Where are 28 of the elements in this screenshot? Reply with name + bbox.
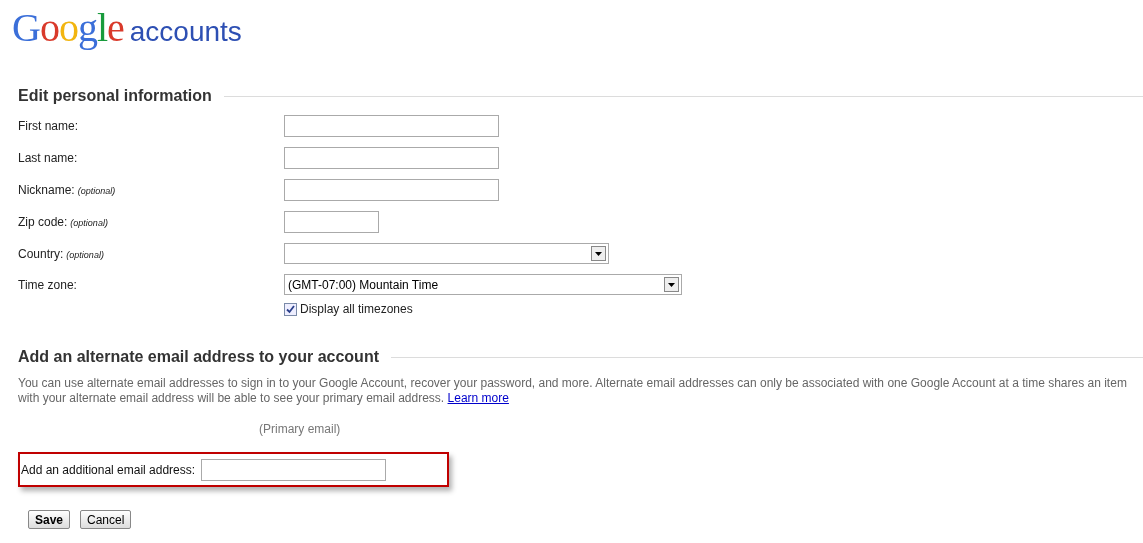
optional-note: (optional) (70, 217, 108, 230)
text-field[interactable] (284, 211, 379, 233)
checkbox[interactable] (284, 302, 297, 316)
field-label: Zip code: (18, 214, 68, 231)
field-label: Nickname: (18, 182, 75, 199)
description: You can use alternate email addresses to sign in to your Google Account, recover your password, and more. Alternate email addresses can only be associated with one Google Account at a time shares an item with your alternate email address will be able to see your primary email address. Learn more (18, 376, 1128, 406)
text-field[interactable] (284, 179, 499, 201)
field-label: Add an additional email address: (21, 461, 196, 479)
dropdown[interactable]: (GMT-07:00) Mountain Time (284, 274, 682, 295)
checkbox-label: Display all timezones (300, 301, 413, 318)
logo: Google (12, 8, 124, 48)
dropdown[interactable] (284, 243, 609, 264)
cancel-button[interactable]: Cancel (80, 510, 132, 529)
learn-more-link[interactable]: Learn more (447, 391, 509, 405)
optional-note: (optional) (66, 249, 104, 262)
text-field[interactable] (284, 147, 499, 169)
field-label: Country: (18, 246, 64, 263)
section-heading: Edit personal information (18, 86, 212, 106)
field-label: Last name: (18, 150, 78, 167)
primary-email-note: (Primary email) (259, 421, 341, 438)
product-name: accounts (129, 18, 242, 46)
email-field[interactable] (201, 458, 387, 481)
optional-note: (optional) (77, 185, 116, 198)
field-label: First name: (18, 118, 78, 135)
save-button[interactable]: Save (28, 510, 71, 529)
section-heading: Add an alternate email address to your account (18, 347, 379, 367)
field-label: Time zone: (18, 277, 77, 294)
text-field[interactable] (284, 115, 499, 137)
